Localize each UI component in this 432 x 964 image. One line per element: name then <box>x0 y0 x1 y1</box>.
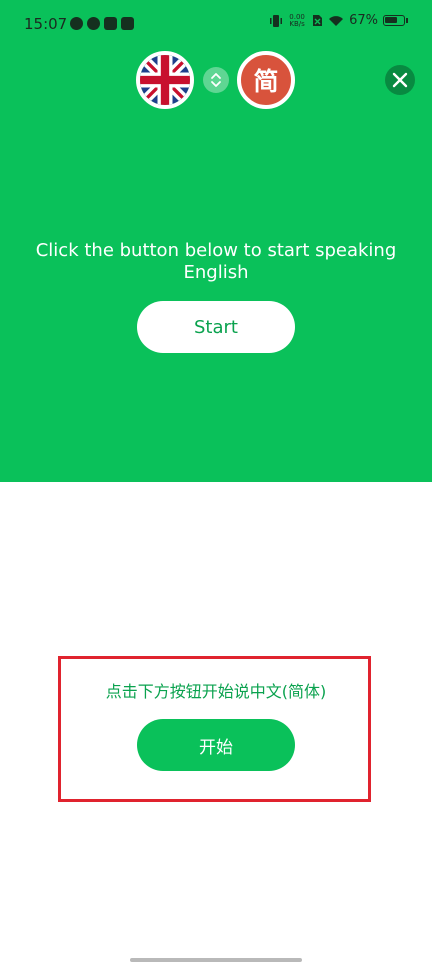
clover-app-icon <box>104 17 117 30</box>
battery-tip <box>406 18 408 23</box>
source-language-button[interactable] <box>136 51 194 109</box>
notification-icons <box>70 17 134 30</box>
swap-languages-button[interactable] <box>203 67 229 93</box>
leaf-app-icon <box>87 17 100 30</box>
target-language-label: 简 <box>253 67 279 96</box>
network-speed: 0.00 KB/s <box>289 12 305 28</box>
battery-percent: 67% <box>349 13 378 28</box>
swap-icon <box>211 73 221 87</box>
target-language-button[interactable]: 简 <box>237 51 295 109</box>
uk-flag-icon <box>140 55 190 105</box>
vibrate-icon <box>270 14 283 27</box>
source-prompt: Click the button below to start speaking… <box>35 240 397 283</box>
tiktok-app-icon <box>121 17 134 30</box>
baidu-app-icon <box>70 17 83 30</box>
status-bar: 15:07 0.00 KB/s 67% <box>0 0 432 52</box>
start-speaking-chinese-button[interactable]: 开始 <box>137 719 295 771</box>
target-prompt: 点击下方按钮开始说中文(简体) <box>105 682 327 701</box>
close-icon <box>392 72 408 88</box>
sim-disabled-icon <box>313 15 323 26</box>
home-indicator[interactable] <box>130 958 302 962</box>
system-icons: 0.00 KB/s 67% <box>270 13 408 28</box>
status-time: 15:07 <box>24 15 68 33</box>
close-button[interactable] <box>385 65 415 95</box>
battery-icon <box>383 15 405 26</box>
wifi-icon <box>329 15 344 26</box>
start-speaking-english-button[interactable]: Start <box>137 301 295 353</box>
